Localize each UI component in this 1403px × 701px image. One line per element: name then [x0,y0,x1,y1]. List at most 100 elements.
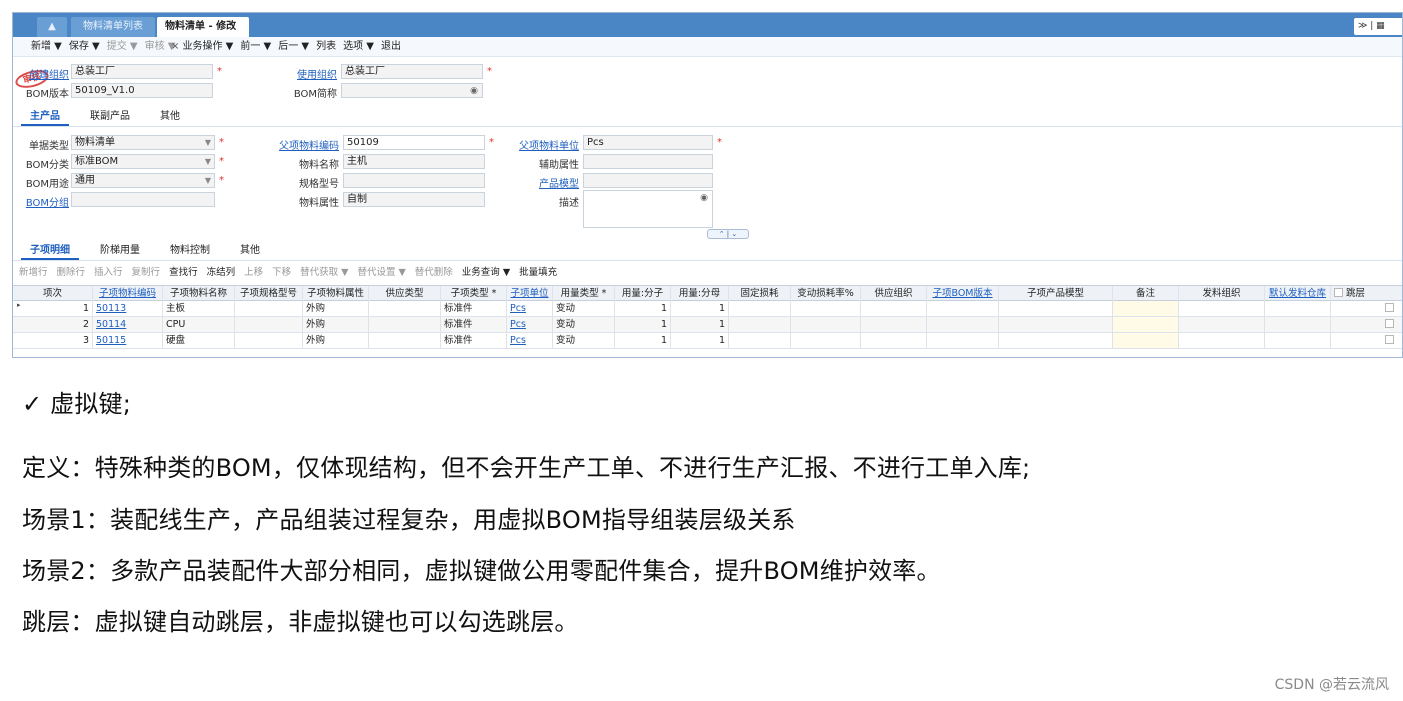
toolbar-button[interactable]: 前一 ▼ [240,41,271,52]
column-header[interactable]: 用量类型 * [553,286,615,301]
grid-toolbar-button[interactable]: 下移 [272,267,291,278]
table-cell[interactable] [1331,317,1402,332]
tab-bom-list[interactable]: 物料清单列表 [71,17,155,37]
column-header[interactable]: 固定损耗 [729,286,791,301]
table-cell[interactable] [927,317,999,332]
table-cell[interactable] [999,333,1113,348]
table-cell[interactable] [861,333,927,348]
column-header[interactable]: 子项物料名称 [163,286,235,301]
table-cell[interactable] [369,317,441,332]
table-cell[interactable] [791,333,861,348]
tab-main-2[interactable]: 其他 [151,110,189,126]
table-cell[interactable]: 1 [671,333,729,348]
column-header[interactable]: 跳层 [1331,286,1402,301]
table-cell[interactable]: 变动 [553,317,615,332]
tab-bom-edit[interactable]: 物料清单 - 修改 × [157,17,249,52]
product-model-label[interactable]: 产品模型 [507,175,579,190]
column-header[interactable]: 子项规格型号 [235,286,303,301]
column-header[interactable]: 发料组织 [1179,286,1265,301]
grid-toolbar-button[interactable]: 替代删除 [415,267,453,278]
column-header[interactable]: 备注 [1113,286,1179,301]
column-header[interactable]: 子项BOM版本 [927,286,999,301]
column-header[interactable]: 供应组织 [861,286,927,301]
table-cell[interactable] [1113,301,1179,316]
create-org-label[interactable]: 创建组织 [17,66,69,81]
bom-version-field[interactable]: 50109_V1.0 [71,83,213,98]
table-cell[interactable]: 外购 [303,301,369,316]
material-name-field[interactable]: 主机 [343,154,485,169]
grid-toolbar-button[interactable]: 上移 [244,267,263,278]
product-model-field[interactable] [583,173,713,188]
table-cell[interactable]: Pcs [507,333,553,348]
table-cell[interactable]: Pcs [507,317,553,332]
multilang-icon[interactable]: ◉ [470,85,478,98]
parent-unit-field[interactable]: Pcs [583,135,713,150]
table-cell[interactable] [235,301,303,316]
table-cell[interactable] [1179,333,1265,348]
table-cell[interactable] [1265,301,1331,316]
column-header[interactable]: 项次 [13,286,93,301]
spec-field[interactable] [343,173,485,188]
column-header[interactable]: 子项物料编码 [93,286,163,301]
grid-toolbar-button[interactable]: 删除行 [57,267,86,278]
table-cell[interactable]: 1 [615,333,671,348]
parent-code-label[interactable]: 父项物料编码 [269,137,339,152]
table-cell[interactable] [791,317,861,332]
table-cell[interactable] [1179,317,1265,332]
grid-toolbar-button[interactable]: 冻结列 [207,267,236,278]
table-cell[interactable]: 1 [13,301,93,316]
aux-attr-field[interactable] [583,154,713,169]
table-cell[interactable]: 50114 [93,317,163,332]
grid-toolbar-button[interactable]: 替代设置 ▼ [357,267,405,278]
table-cell[interactable] [861,301,927,316]
table-cell[interactable]: CPU [163,317,235,332]
table-row[interactable]: 2 50114 CPU 外购 标准件 Pcs 变动 1 1 [13,317,1402,333]
table-cell[interactable]: 主板 [163,301,235,316]
table-cell[interactable]: 1 [615,301,671,316]
table-row[interactable]: ▸ 1 50113 主板 外购 标准件 Pcs 变动 1 1 [13,301,1402,317]
parent-unit-label[interactable]: 父项物料单位 [507,137,579,152]
table-cell[interactable]: 标准件 [441,333,507,348]
table-cell[interactable]: 50115 [93,333,163,348]
table-cell[interactable]: 1 [671,317,729,332]
material-attr-field[interactable]: 自制 [343,192,485,207]
table-cell[interactable]: 2 [13,317,93,332]
tab-detail-3[interactable]: 其他 [231,244,269,260]
grid-toolbar-button[interactable]: 插入行 [94,267,123,278]
table-cell[interactable] [861,317,927,332]
table-cell[interactable] [927,333,999,348]
toolbar-button[interactable]: 列表 [316,41,336,52]
table-cell[interactable]: 1 [615,317,671,332]
table-cell[interactable] [729,333,791,348]
table-cell[interactable] [1331,301,1402,316]
table-cell[interactable] [999,317,1113,332]
table-cell[interactable] [791,301,861,316]
table-cell[interactable] [1113,317,1179,332]
table-cell[interactable]: 标准件 [441,317,507,332]
column-header[interactable]: 子项产品模型 [999,286,1113,301]
bom-class-select[interactable]: 标准BOM ▼ [71,154,215,169]
close-icon[interactable]: × [171,41,179,52]
table-row[interactable]: 3 50115 硬盘 外购 标准件 Pcs 变动 1 1 [13,333,1402,349]
table-cell[interactable] [729,301,791,316]
column-header[interactable]: 用量:分子 [615,286,671,301]
tab-main-1[interactable]: 联副产品 [81,110,139,126]
toolbar-button[interactable]: 提交 ▼ [107,41,138,52]
window-tools[interactable]: ≫ | ▦ [1354,18,1402,35]
skip-level-checkbox[interactable] [1385,335,1394,344]
parent-code-field[interactable]: 50109 [343,135,485,150]
grid-toolbar-button[interactable]: 复制行 [132,267,161,278]
create-org-field[interactable]: 总装工厂 [71,64,213,79]
table-cell[interactable] [999,301,1113,316]
column-header[interactable]: 变动损耗率% [791,286,861,301]
table-cell[interactable] [235,317,303,332]
table-cell[interactable]: 变动 [553,333,615,348]
table-cell[interactable]: 硬盘 [163,333,235,348]
tab-detail-2[interactable]: 物料控制 [161,244,219,260]
table-cell[interactable]: 外购 [303,333,369,348]
use-org-field[interactable]: 总装工厂 [341,64,483,79]
table-cell[interactable] [927,301,999,316]
table-cell[interactable]: 外购 [303,317,369,332]
use-org-label[interactable]: 使用组织 [283,66,337,81]
column-header[interactable]: 供应类型 [369,286,441,301]
